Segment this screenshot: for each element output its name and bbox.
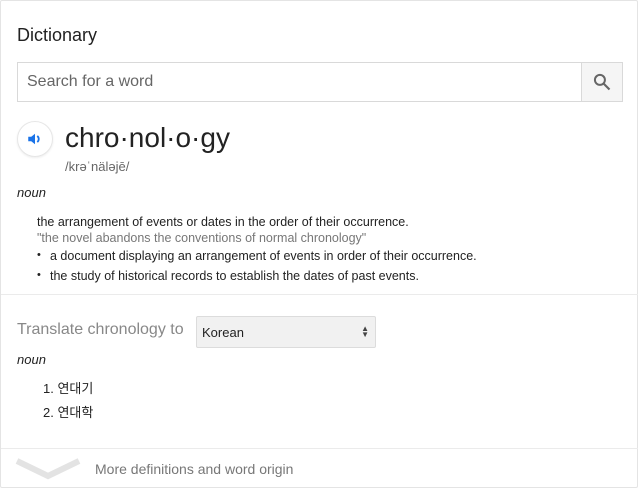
select-arrows-icon: ▲ ▼ (361, 324, 369, 339)
divider (1, 448, 638, 449)
translation-item: 2. 연대학 (43, 405, 94, 420)
card-title: Dictionary (17, 25, 98, 45)
language-select[interactable]: Korean ▲ ▼ (196, 316, 376, 348)
search-box (17, 62, 623, 102)
example: "the novel abandons the conventions of n… (37, 231, 367, 245)
phonetic: /krəˈnäləjē/ (65, 159, 130, 174)
headword: chro·nol·o·gy (65, 122, 230, 153)
dictionary-card: Dictionary chro·nol·o·gy /krəˈnäləjē/ no… (0, 0, 638, 488)
selected-language: Korean (202, 325, 244, 340)
translate-label: Translate chronology to (17, 321, 184, 338)
sub-definition: the study of historical records to estab… (37, 269, 419, 283)
divider (1, 294, 638, 295)
search-button[interactable] (581, 63, 622, 101)
sub-definition-text: a document displaying an arrangement of … (50, 249, 477, 263)
sub-definition-text: the study of historical records to estab… (50, 269, 419, 283)
translation-item: 1. 연대기 (43, 381, 94, 396)
search-icon (593, 73, 611, 91)
definition: the arrangement of events or dates in th… (37, 214, 409, 246)
search-input[interactable] (18, 63, 581, 101)
translate-part-of-speech: noun (17, 352, 46, 367)
chevron-down-icon[interactable] (15, 457, 81, 481)
part-of-speech: noun (17, 185, 46, 200)
more-definitions-link[interactable]: More definitions and word origin (95, 461, 293, 477)
speaker-icon (28, 133, 40, 145)
sub-definition: a document displaying an arrangement of … (37, 249, 477, 263)
definition-text: the arrangement of events or dates in th… (37, 215, 409, 229)
pronounce-button[interactable] (17, 121, 53, 157)
